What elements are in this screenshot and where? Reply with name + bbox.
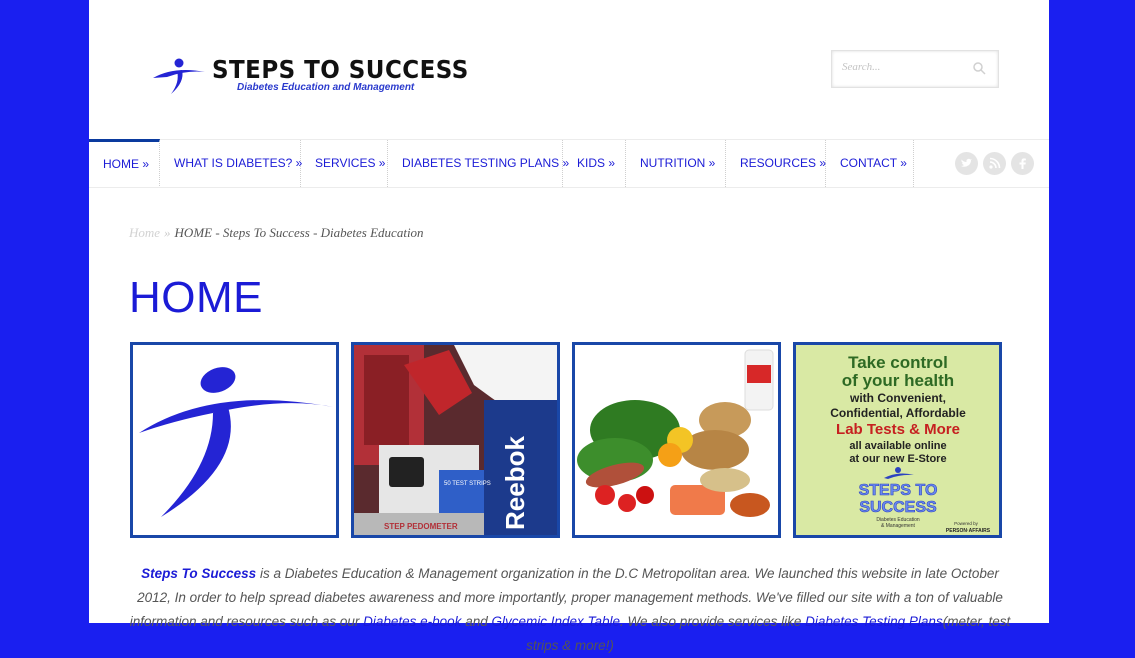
pedometer-label: STEP PEDOMETER bbox=[384, 522, 458, 531]
nav-item-diabetes-testing-plans[interactable]: DIABETES TESTING PLANS » bbox=[388, 140, 569, 187]
page-title: HOME bbox=[129, 273, 263, 322]
nav-item-resources[interactable]: RESOURCES » bbox=[726, 140, 826, 187]
ad-logo-line-b: SUCCESS bbox=[859, 499, 937, 516]
ad-line-4: Confidential, Affordable bbox=[830, 406, 966, 420]
testing-supplies-photo: Reebok 50 TEST STRIPS STEP PEDOMETER bbox=[354, 345, 557, 535]
tile-lab-tests-ad[interactable]: Take control of your health with Conveni… bbox=[793, 342, 1002, 538]
tile-logo-image[interactable] bbox=[130, 342, 339, 538]
glycemic-index-link[interactable]: Glycemic Index Table bbox=[491, 614, 620, 629]
diabetes-ebook-link[interactable]: Diabetes e-book bbox=[363, 614, 461, 629]
logo-subtitle: Diabetes Education and Management bbox=[237, 82, 415, 93]
ad-line-3: with Convenient, bbox=[849, 391, 946, 405]
breadcrumb-current: HOME - Steps To Success - Diabetes Educa… bbox=[174, 225, 424, 240]
search-icon[interactable] bbox=[972, 61, 986, 75]
main-nav: HOME » WHAT IS DIABETES? » SERVICES » DI… bbox=[89, 139, 1049, 188]
search-box[interactable] bbox=[831, 50, 999, 88]
ad-logo-line-d: & Management bbox=[881, 523, 916, 529]
nav-item-home[interactable]: HOME » bbox=[89, 139, 160, 186]
testing-plans-link[interactable]: Diabetes Testing Plans bbox=[805, 614, 943, 629]
site-logo[interactable]: STEPS TO SUCCESS Diabetes Education and … bbox=[149, 52, 468, 102]
ad-line-7: at our new E-Store bbox=[849, 453, 946, 465]
nav-item-contact[interactable]: CONTACT » bbox=[826, 140, 914, 187]
healthy-food-photo bbox=[575, 345, 778, 535]
search-input[interactable] bbox=[842, 61, 962, 73]
tile-nutrition-image[interactable] bbox=[572, 342, 781, 538]
ad-line-2: of your health bbox=[842, 371, 954, 390]
ad-line-1: Take control bbox=[848, 353, 948, 372]
intro-text-3: . We also provide services like bbox=[620, 613, 806, 629]
ad-powered-by: Powered by bbox=[954, 521, 979, 526]
lab-tests-ad-graphic: Take control of your health with Conveni… bbox=[796, 345, 999, 535]
ad-partner: PERSON·AFFAIRS bbox=[946, 528, 991, 534]
logo-title: STEPS TO SUCCESS bbox=[212, 55, 469, 84]
runner-logo-icon bbox=[153, 58, 205, 94]
test-strips-label: 50 TEST STRIPS bbox=[444, 481, 491, 487]
nav-item-nutrition[interactable]: NUTRITION » bbox=[626, 140, 726, 187]
nav-item-kids[interactable]: KIDS » bbox=[563, 140, 626, 187]
intro-paragraph: Steps To Success is a Diabetes Education… bbox=[125, 562, 1015, 658]
facebook-icon[interactable] bbox=[1011, 152, 1034, 175]
breadcrumb-separator: » bbox=[164, 225, 171, 240]
twitter-icon[interactable] bbox=[955, 152, 978, 175]
runner-logo-image bbox=[139, 367, 333, 517]
brand-link[interactable]: Steps To Success bbox=[141, 566, 256, 581]
rss-icon[interactable] bbox=[983, 152, 1006, 175]
reebok-label: Reebok bbox=[500, 436, 530, 530]
nav-item-what-is-diabetes[interactable]: WHAT IS DIABETES? » bbox=[160, 140, 302, 187]
nav-item-services[interactable]: SERVICES » bbox=[301, 140, 388, 187]
ad-line-6: all available online bbox=[849, 440, 946, 452]
breadcrumb: Home » HOME - Steps To Success - Diabetes … bbox=[129, 225, 424, 241]
intro-text-2: and bbox=[461, 613, 492, 629]
page-container: STEPS TO SUCCESS Diabetes Education and … bbox=[89, 0, 1049, 653]
ad-logo-line-a: STEPS TO bbox=[859, 482, 938, 499]
breadcrumb-home-link[interactable]: Home bbox=[129, 225, 160, 240]
ad-line-5: Lab Tests & More bbox=[836, 421, 960, 438]
tile-testing-supplies-image[interactable]: Reebok 50 TEST STRIPS STEP PEDOMETER bbox=[351, 342, 560, 538]
